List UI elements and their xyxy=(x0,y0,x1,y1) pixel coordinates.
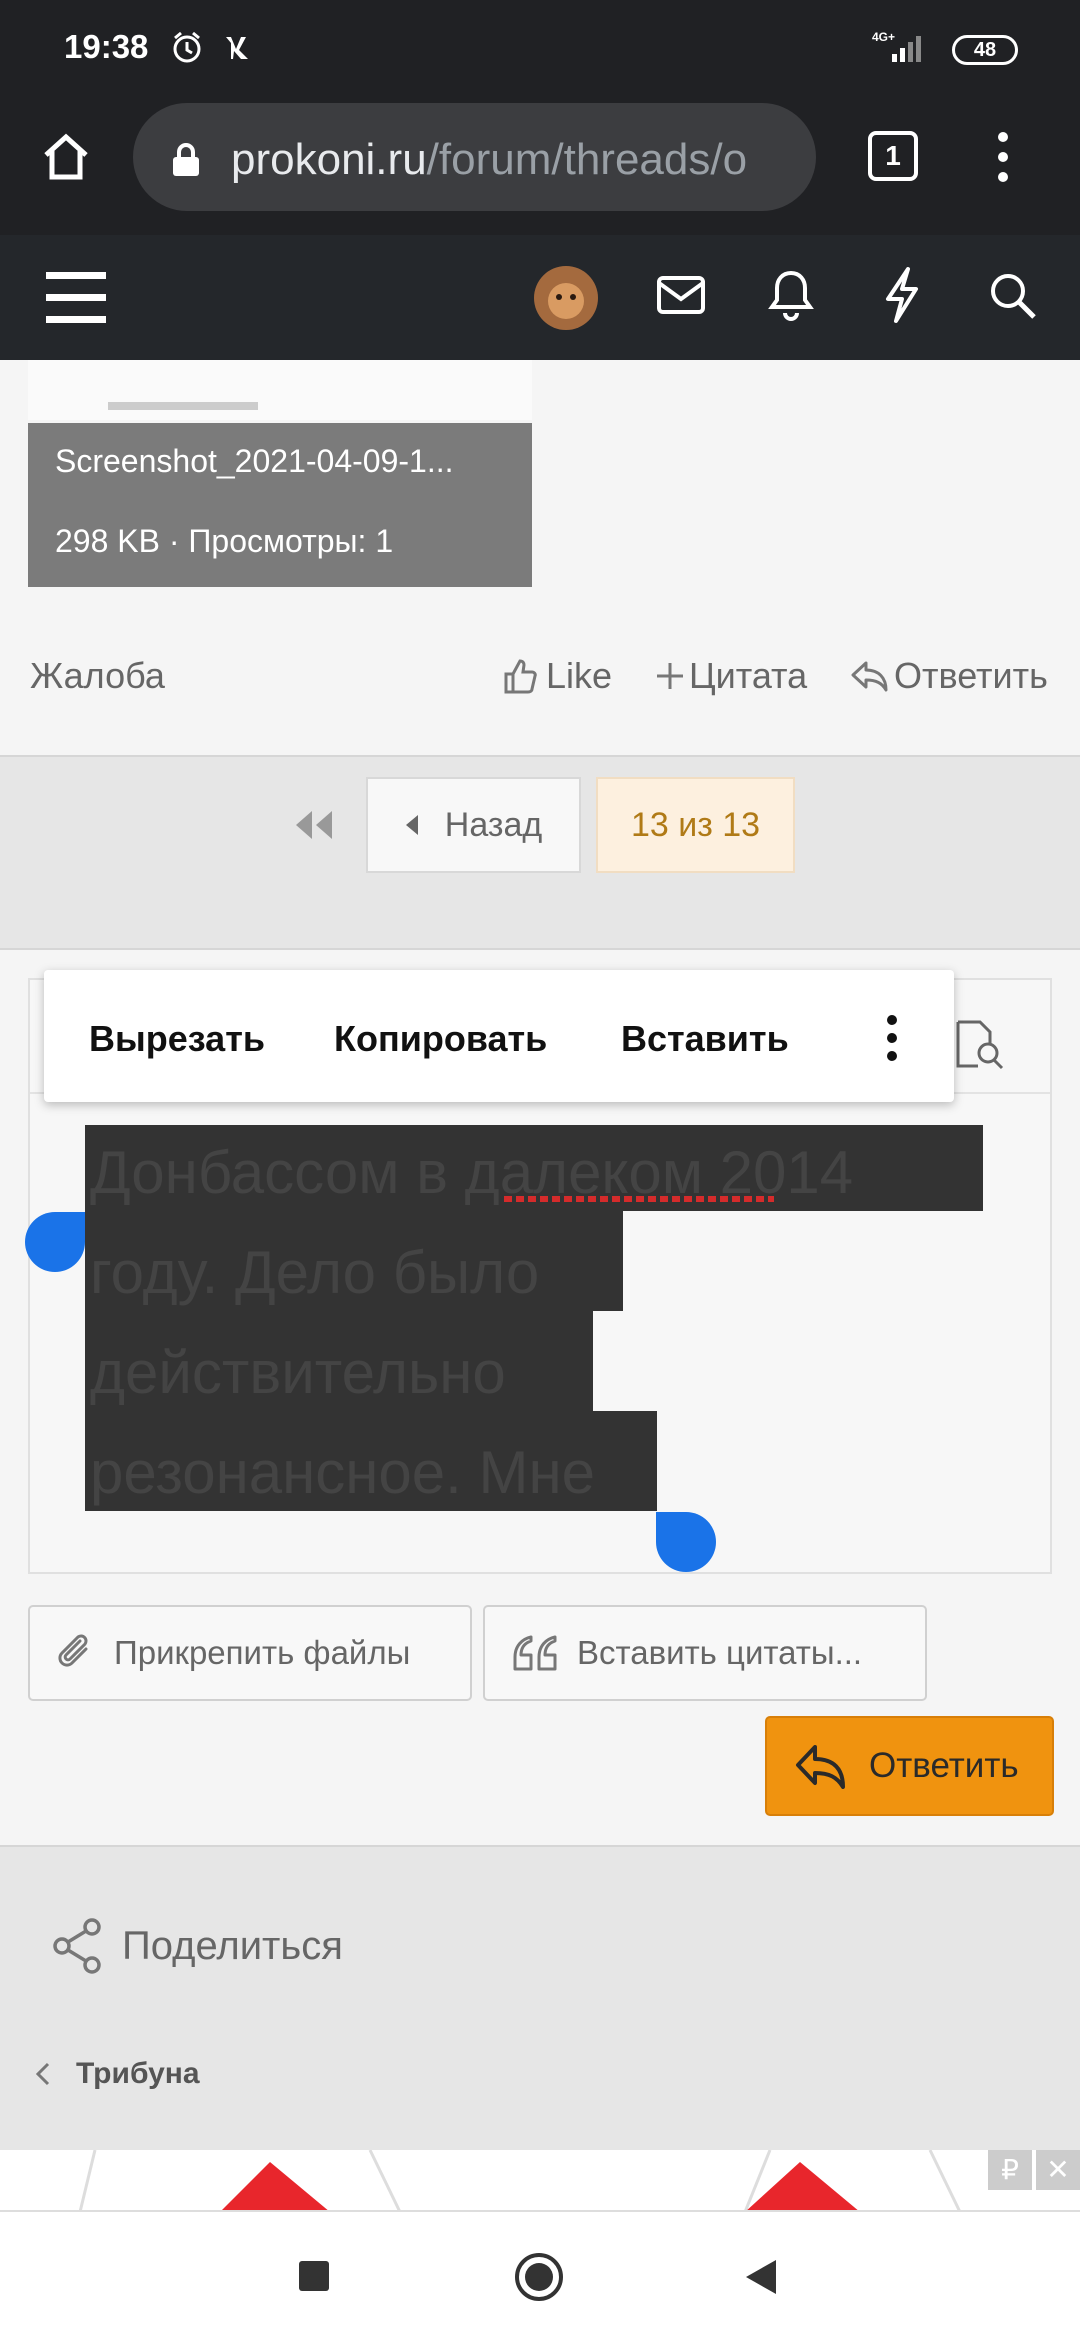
reply-icon xyxy=(851,661,888,692)
page-footer: Поделиться Трибуна xyxy=(0,1845,1080,2150)
like-button[interactable]: Like xyxy=(502,655,612,697)
paperclip-icon xyxy=(58,1634,88,1667)
attachment-meta: 298 KB · Просмотры: 1 xyxy=(55,523,394,559)
site-header xyxy=(0,235,1080,360)
status-bar: 19:38 4G+ 48 xyxy=(0,0,1080,95)
home-icon[interactable] xyxy=(40,131,92,188)
insert-quotes-label: Вставить цитаты... xyxy=(577,1634,863,1671)
battery-indicator: 48 xyxy=(952,34,1018,65)
prev-page-button[interactable]: Назад xyxy=(366,777,581,873)
address-bar[interactable]: prokoni.ru/forum/threads/o xyxy=(133,103,816,211)
system-navigation-bar xyxy=(0,2212,1080,2340)
cut-menu-item[interactable]: Вырезать xyxy=(89,1018,265,1060)
user-avatar[interactable] xyxy=(533,265,599,336)
lightning-icon[interactable] xyxy=(882,267,922,328)
alarm-icon xyxy=(170,30,204,69)
breadcrumb-label: Трибуна xyxy=(76,2057,200,2090)
chevron-left-icon xyxy=(36,2062,50,2086)
lock-icon xyxy=(171,143,201,182)
url-domain: prokoni.ru xyxy=(231,135,427,184)
ad-close-button[interactable]: ✕ xyxy=(1036,2150,1080,2190)
spellcheck-underline xyxy=(504,1196,774,1202)
thumbs-up-icon xyxy=(504,659,537,694)
url-text: prokoni.ru/forum/threads/o xyxy=(231,135,747,185)
selection-end-handle[interactable] xyxy=(656,1512,716,1572)
bell-icon[interactable] xyxy=(768,269,814,326)
ad-banner[interactable]: ₽ ✕ xyxy=(0,2150,1080,2212)
tab-switcher-button[interactable]: 1 xyxy=(868,131,918,181)
copy-menu-item[interactable]: Копировать xyxy=(334,1018,547,1060)
pagination-bar: Назад 13 из 13 xyxy=(0,755,1080,950)
prev-page-label: Назад xyxy=(444,805,543,844)
caret-left-icon xyxy=(405,815,418,835)
editor-line-2: году. Дело было xyxy=(90,1239,540,1306)
like-label: Like xyxy=(546,655,613,696)
editor-line-4: резонансное. Мне xyxy=(90,1439,595,1506)
quote-button[interactable]: Цитата xyxy=(655,655,807,697)
mail-icon[interactable] xyxy=(656,275,706,320)
attach-files-button[interactable]: Прикрепить файлы xyxy=(28,1605,472,1701)
attach-files-label: Прикрепить файлы xyxy=(114,1634,411,1671)
browser-toolbar: prokoni.ru/forum/threads/o 1 xyxy=(0,95,1080,235)
submit-reply-button[interactable]: Ответить xyxy=(765,1716,1054,1816)
paste-menu-item[interactable]: Вставить xyxy=(621,1018,789,1060)
preview-icon[interactable] xyxy=(954,1020,1006,1075)
search-icon[interactable] xyxy=(988,271,1038,326)
network-label: 4G+ xyxy=(872,30,895,44)
selection-start-handle[interactable] xyxy=(25,1212,85,1272)
ad-graphic xyxy=(78,2150,961,2210)
editor-line-3: действительно xyxy=(90,1339,506,1406)
insert-quotes-button[interactable]: Вставить цитаты... xyxy=(483,1605,927,1701)
reply-arrow-icon xyxy=(796,1745,845,1789)
attachment-thumbnail[interactable]: Screenshot_2021-04-09-1... 298 KB · Прос… xyxy=(28,423,532,587)
status-time: 19:38 xyxy=(64,28,149,65)
ad-currency-badge: ₽ xyxy=(988,2150,1032,2190)
breadcrumb[interactable]: Трибуна xyxy=(36,2057,200,2091)
recents-icon[interactable] xyxy=(298,2260,330,2297)
report-link[interactable]: Жалоба xyxy=(30,655,165,697)
hamburger-menu-icon[interactable] xyxy=(46,270,106,329)
text-context-menu: Вырезать Копировать Вставить xyxy=(44,970,954,1102)
quote-marks-icon xyxy=(513,1635,557,1671)
home-nav-icon[interactable] xyxy=(514,2252,564,2307)
plus-icon xyxy=(657,663,683,689)
back-nav-icon[interactable] xyxy=(744,2258,778,2301)
post-reply-button[interactable]: Ответить xyxy=(850,655,1048,697)
post-reply-label: Ответить xyxy=(894,655,1048,696)
vk-icon xyxy=(222,34,260,65)
first-page-icon[interactable] xyxy=(294,809,334,846)
signal-icon: 4G+ xyxy=(872,30,932,69)
quote-label: Цитата xyxy=(689,655,808,696)
current-page-indicator[interactable]: 13 из 13 xyxy=(596,777,795,873)
share-icon xyxy=(53,1918,101,1974)
more-menu-icon[interactable] xyxy=(990,129,1016,190)
share-label: Поделиться xyxy=(122,1923,343,1968)
attachment-preview-top xyxy=(28,360,532,420)
url-path: /forum/threads/o xyxy=(426,135,748,184)
share-button[interactable]: Поделиться xyxy=(52,1917,343,1975)
attachment-filename: Screenshot_2021-04-09-1... xyxy=(55,443,454,479)
more-options-icon[interactable] xyxy=(884,1014,900,1071)
submit-reply-label: Ответить xyxy=(869,1746,1019,1785)
